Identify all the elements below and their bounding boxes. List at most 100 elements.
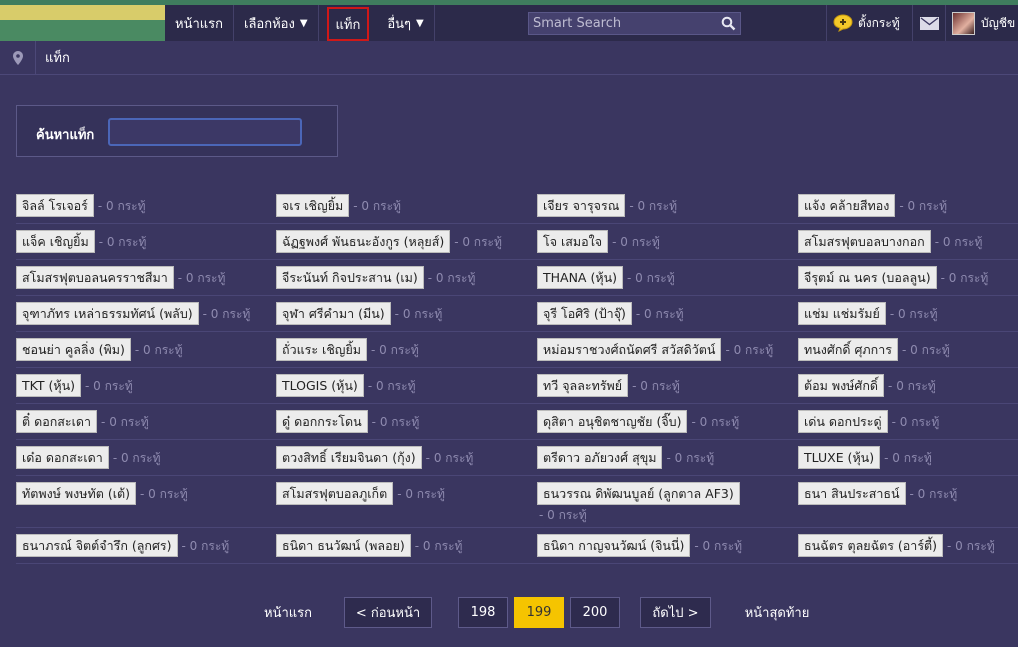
tag-count: - 0 กระทู้ [367,379,416,393]
top-bar: หน้าแรก เลือกห้อง▼ แท็ก อื่นๆ▼ ตั้งกระทู… [0,0,1018,41]
tag-link[interactable]: เด่น ดอกประดู่ [798,410,888,433]
tag-link[interactable]: TLUXE (หุ้น) [798,446,881,469]
tag-link[interactable]: จุรี โอศิริ (ป้าจุ๊) [537,302,632,325]
tag-link[interactable]: ทวี จุลละทรัพย์ [537,374,629,397]
smart-search-input[interactable] [533,16,721,31]
tag-grid: จิลล์ โรเจอร์ - 0 กระทู้ จเร เชิญยิ้ม - 0 ก… [16,188,1018,564]
tag-count: - 0 กระทู้ [112,451,161,465]
tag-link[interactable]: ธนวรรณ ดิพัฒนบูลย์ (ลูกตาล AF3) [537,482,740,505]
tag-link[interactable]: เจียร จารุจรณ [537,194,626,217]
next-page-button[interactable]: ถัดไป > [640,597,711,628]
tag-count: - 0 กระทู้ [694,539,743,553]
page-button[interactable]: 198 [458,597,508,628]
tag-count: - 0 กระทู้ [891,415,940,429]
messages-button[interactable] [912,5,945,41]
smart-search [528,12,741,35]
site-logo[interactable] [0,5,165,41]
tag-count: - 0 กระทู้ [947,539,995,553]
tag-item: ชอนย่า คูลลิ่ง (พิม) - 0 กระทู้ [16,338,183,361]
tag-link[interactable]: ตวงสิทธิ์ เรียมจินดา (กุ้ง) [276,446,422,469]
breadcrumb-label[interactable]: แท็ก [36,47,70,68]
tag-count: - 0 กระทู้ [635,307,684,321]
tag-link[interactable]: ต้อม พงษ์ศักดิ์ [798,374,885,397]
tag-count: - 0 กระทู้ [425,451,474,465]
tag-item: ธนิดา ธนวัฒน์ (พลอย) - 0 กระทู้ [276,534,462,557]
tag-search-panel: ค้นหาแท็ก [16,105,338,157]
current-page-button[interactable]: 199 [514,597,564,628]
tag-link[interactable]: สโมสรฟุตบอลภูเก็ต [276,482,394,505]
tag-link[interactable]: เด๋อ ดอกสะเดา [16,446,109,469]
tag-count: - 0 กระทู้ [427,271,476,285]
post-topic-button[interactable]: ตั้งกระทู้ [826,5,912,41]
tag-link[interactable]: ชอนย่า คูลลิ่ง (พิม) [16,338,131,361]
tag-link[interactable]: TKT (หุ้น) [16,374,82,397]
last-page-link[interactable]: หน้าสุดท้าย [737,597,817,628]
search-icon[interactable] [721,16,736,31]
tag-link[interactable]: THANA (หุ้น) [537,266,623,289]
tag-count: - 0 กระทู้ [934,235,983,249]
tag-link[interactable]: สโมสรฟุตบอลนครราชสีมา [16,266,174,289]
tag-item: THANA (หุ้น) - 0 กระทู้ [537,266,675,289]
tag-link[interactable]: ดู๋ ดอกกระโดน [276,410,368,433]
tag-link[interactable]: ธนิดา ธนวัฒน์ (พลอย) [276,534,411,557]
tag-link[interactable]: จเร เชิญยิ้ม [276,194,350,217]
nav-home[interactable]: หน้าแรก [165,5,234,41]
tag-link[interactable]: จุฑาภัทร เหล่าธรรมทัศน์ (พลับ) [16,302,199,325]
tag-link[interactable]: ตรีดาว อภัยวงศ์ สุขุม [537,446,663,469]
tag-item: โจ เสมอใจ - 0 กระทู้ [537,230,660,253]
tag-link[interactable]: ดุสิตา อนุชิตชาญชัย (จิ๊บ) [537,410,688,433]
tag-link[interactable]: ธนาภรณ์ จิตต์จำรึก (ลูกศร) [16,534,178,557]
prev-page-button[interactable]: < ก่อนหน้า [344,597,432,628]
tag-item: ธนวรรณ ดิพัฒนบูลย์ (ลูกตาล AF3) - 0 กระทู… [537,482,787,525]
tag-link[interactable]: จีรุตม์ ณ นคร (บอลลูน) [798,266,937,289]
first-page-link[interactable]: หน้าแรก [258,597,318,628]
avatar [952,11,975,35]
tag-link[interactable]: ติ๋ ดอกสะเดา [16,410,98,433]
tag-link[interactable]: หม่อมราชวงศ์ถนัดศรี สวัสดิวัตน์ [537,338,722,361]
tag-item: ทวี จุลละทรัพย์ - 0 กระทู้ [537,374,680,397]
tag-count: - 0 กระทู้ [612,235,660,249]
tag-link[interactable]: จุฬา ศรีคำมา (มีน) [276,302,391,325]
tag-link[interactable]: โจ เสมอใจ [537,230,609,253]
tag-row: จิลล์ โรเจอร์ - 0 กระทู้ จเร เชิญยิ้ม - 0 ก… [16,188,1018,224]
tag-item: ดุสิตา อนุชิตชาญชัย (จิ๊บ) - 0 กระทู้ [537,410,739,433]
tag-link[interactable]: แจ้ง คล้ายสีทอง [798,194,896,217]
nav-tags[interactable]: แท็ก [326,7,370,41]
speech-plus-icon [833,14,853,32]
tag-link[interactable]: ถั่วแระ เชิญยิ้ม [276,338,368,361]
tag-link[interactable]: สโมสรฟุตบอลบางกอก [798,230,931,253]
tag-count: - 0 กระทู้ [888,379,936,393]
tag-link[interactable]: ฉัฏฐพงศ์ พันธนะอังกูร (หลุยส์) [276,230,451,253]
tag-item: ตรีดาว อภัยวงศ์ สุขุม - 0 กระทู้ [537,446,714,469]
tag-item: จุฑาภัทร เหล่าธรรมทัศน์ (พลับ) - 0 กระทู้ [16,302,250,325]
mail-icon [919,16,939,30]
tag-count: - 0 กระทู้ [139,487,188,501]
tag-item: สโมสรฟุตบอลบางกอก - 0 กระทู้ [798,230,982,253]
tag-item: ต้อม พงษ์ศักดิ์ - 0 กระทู้ [798,374,936,397]
tag-item: จุฬา ศรีคำมา (มีน) - 0 กระทู้ [276,302,442,325]
tag-link[interactable]: ธนฉัตร ตุลยฉัตร (อาร์ตี้) [798,534,944,557]
tag-row: TKT (หุ้น) - 0 กระทู้ TLOGIS (หุ้น) - 0 กระ… [16,368,1018,404]
tag-link[interactable]: แช่ม แช่มรัมย์ [798,302,886,325]
tag-link[interactable]: ธนิดา กาญจนวัฒน์ (จินนี่) [537,534,691,557]
tag-search-input[interactable] [108,118,302,146]
tag-item: ธนาภรณ์ จิตต์จำรึก (ลูกศร) - 0 กระทู้ [16,534,229,557]
tag-link[interactable]: TLOGIS (หุ้น) [276,374,364,397]
tag-link[interactable]: จีระนันท์ กิจประสาน (เม) [276,266,424,289]
tag-link[interactable]: ธนา สินประสาธน์ [798,482,906,505]
page-button[interactable]: 200 [570,597,620,628]
tag-link[interactable]: จิลล์ โรเจอร์ [16,194,94,217]
tag-link[interactable]: ทนงศักดิ์ ศุภการ [798,338,898,361]
tag-count: - 0 กระทู้ [632,379,680,393]
tag-link[interactable]: ทัตพงษ์ พงษทัต (เต้) [16,482,136,505]
tag-count: - 0 กระทู้ [101,415,149,429]
tag-count: - 0 กระทู้ [394,307,443,321]
tag-item: จุรี โอศิริ (ป้าจุ๊) - 0 กระทู้ [537,302,684,325]
tag-link[interactable]: แจ็ค เชิญยิ้ม [16,230,95,253]
tag-item: เด่น ดอกประดู่ - 0 กระทู้ [798,410,939,433]
tag-row: ติ๋ ดอกสะเดา - 0 กระทู้ ดู๋ ดอกกระโดน - 0 ก… [16,404,1018,440]
tag-row: จุฑาภัทร เหล่าธรรมทัศน์ (พลับ) - 0 กระทู้… [16,296,1018,332]
nav-others[interactable]: อื่นๆ ▼ [377,5,435,41]
account-menu[interactable]: บัญชีข [945,5,1018,41]
nav-rooms[interactable]: เลือกห้อง ▼ [234,5,319,41]
